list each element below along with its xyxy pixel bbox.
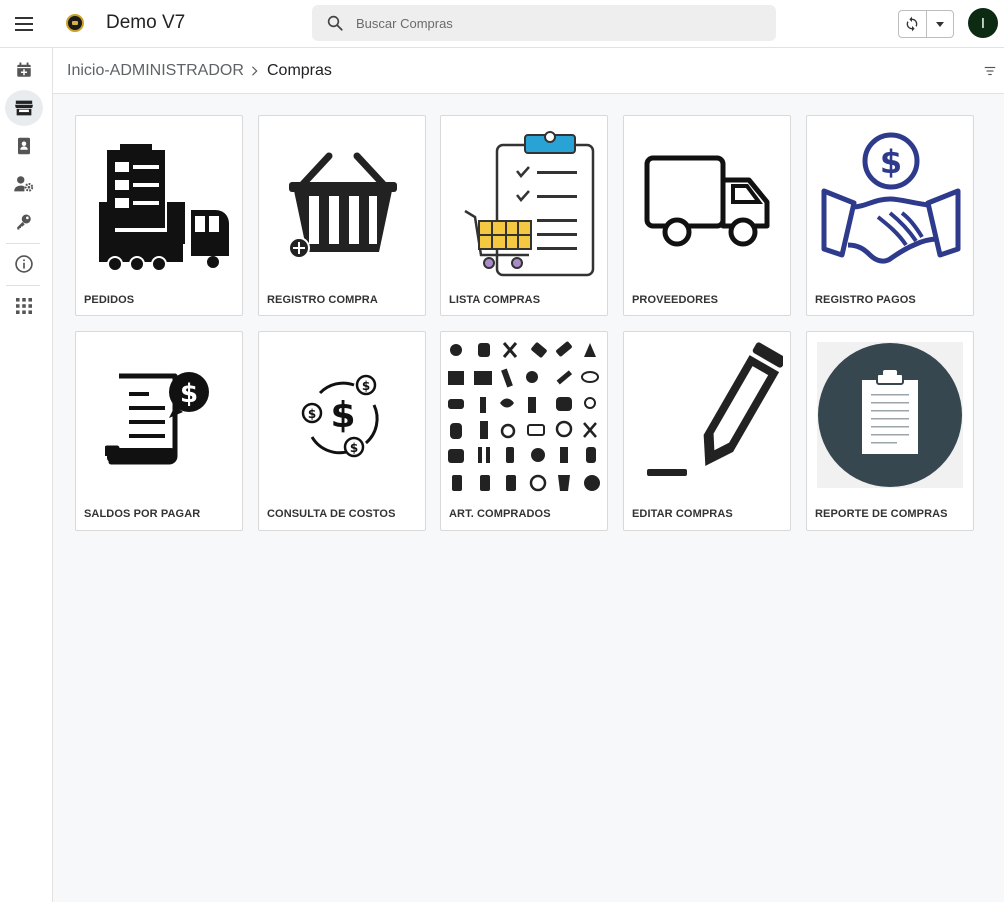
handshake-dollar-icon: $ xyxy=(821,132,961,264)
app-logo xyxy=(66,14,84,32)
card-saldos-por-pagar[interactable]: $ SALDOS POR PAGAR xyxy=(75,331,243,531)
card-label: PEDIDOS xyxy=(84,294,135,306)
sidebar-item-user-settings[interactable] xyxy=(5,166,43,202)
card-label: CONSULTA DE COSTOS xyxy=(267,508,396,520)
sync-dropdown-button[interactable] xyxy=(927,11,954,37)
top-app-bar: Demo V7 I xyxy=(0,0,1004,48)
card-label: REPORTE DE COMPRAS xyxy=(815,508,948,520)
chevron-right-icon xyxy=(252,66,258,76)
invoice-dollar-icon: $ xyxy=(105,372,209,465)
breadcrumb: Inicio-ADMINISTRADOR Compras xyxy=(53,48,1004,94)
breadcrumb-home-link[interactable]: Inicio-ADMINISTRADOR xyxy=(67,62,244,80)
search-icon xyxy=(327,15,343,31)
card-consulta-de-costos[interactable]: $ $ $ $ CONSULTA DE COSTOS xyxy=(258,331,426,531)
sidebar-item-store[interactable] xyxy=(5,90,43,126)
chevron-down-icon xyxy=(935,21,944,27)
calendar-add-icon xyxy=(17,62,31,77)
clipboard-checklist-cart-icon xyxy=(464,131,595,277)
card-label: ART. COMPRADOS xyxy=(449,508,551,520)
breadcrumb-current: Compras xyxy=(267,62,332,79)
card-registro-pagos[interactable]: $ REGISTRO PAGOS xyxy=(806,115,974,316)
pencil-edit-icon xyxy=(647,342,783,476)
apps-grid-icon xyxy=(16,298,32,314)
search-input[interactable] xyxy=(356,5,756,41)
card-label: EDITAR COMPRAS xyxy=(632,508,733,520)
sync-split-button xyxy=(898,10,954,38)
store-icon xyxy=(15,100,33,116)
sidebar-item-contacts[interactable] xyxy=(5,128,43,164)
svg-text:$: $ xyxy=(330,395,355,436)
app-title: Demo V7 xyxy=(106,12,186,33)
card-editar-compras[interactable]: EDITAR COMPRAS xyxy=(623,331,791,531)
card-label: REGISTRO COMPRA xyxy=(267,294,378,306)
user-settings-icon xyxy=(14,176,34,192)
card-art-comprados[interactable]: ART. COMPRADOS xyxy=(440,331,608,531)
svg-text:$: $ xyxy=(180,379,198,409)
contact-book-icon xyxy=(18,137,30,155)
avatar[interactable]: I xyxy=(968,8,998,38)
svg-text:$: $ xyxy=(362,379,370,393)
dollar-cycle-icon: $ $ $ $ xyxy=(301,374,379,458)
delivery-truck-icon xyxy=(644,155,770,247)
sidebar-item-calendar[interactable] xyxy=(5,52,43,88)
info-icon xyxy=(15,255,33,273)
main-content: Inicio-ADMINISTRADOR Compras PEDIDOS REG… xyxy=(53,48,1004,902)
card-label: SALDOS POR PAGAR xyxy=(84,508,201,520)
card-lista-compras[interactable]: LISTA COMPRAS xyxy=(440,115,608,316)
card-label: PROVEEDORES xyxy=(632,294,719,306)
hamburger-menu-icon[interactable] xyxy=(12,12,36,36)
svg-text:$: $ xyxy=(350,441,358,455)
sidebar-divider xyxy=(6,243,40,244)
card-label: LISTA COMPRAS xyxy=(449,294,541,306)
card-pedidos[interactable]: PEDIDOS xyxy=(75,115,243,316)
sidebar-divider xyxy=(6,285,40,286)
sync-icon xyxy=(906,16,918,32)
card-proveedores[interactable]: PROVEEDORES xyxy=(623,115,791,316)
sidebar-item-key[interactable] xyxy=(5,204,43,240)
key-icon xyxy=(17,214,31,230)
svg-text:$: $ xyxy=(308,407,316,421)
svg-text:$: $ xyxy=(880,143,902,181)
search-bar[interactable] xyxy=(312,5,776,41)
sidebar-item-info[interactable] xyxy=(5,246,43,282)
sidebar-item-apps[interactable] xyxy=(5,288,43,324)
filter-icon[interactable] xyxy=(983,64,997,78)
orders-truck-icon xyxy=(99,144,229,272)
cosmetics-grid-icon xyxy=(448,341,600,492)
sidebar xyxy=(0,48,53,902)
sync-button[interactable] xyxy=(899,11,927,37)
clipboard-report-icon xyxy=(818,343,962,487)
card-reporte-de-compras[interactable]: REPORTE DE COMPRAS xyxy=(806,331,974,531)
card-registro-compra[interactable]: REGISTRO COMPRA xyxy=(258,115,426,316)
card-label: REGISTRO PAGOS xyxy=(815,294,916,306)
shopping-basket-add-icon xyxy=(288,152,397,259)
